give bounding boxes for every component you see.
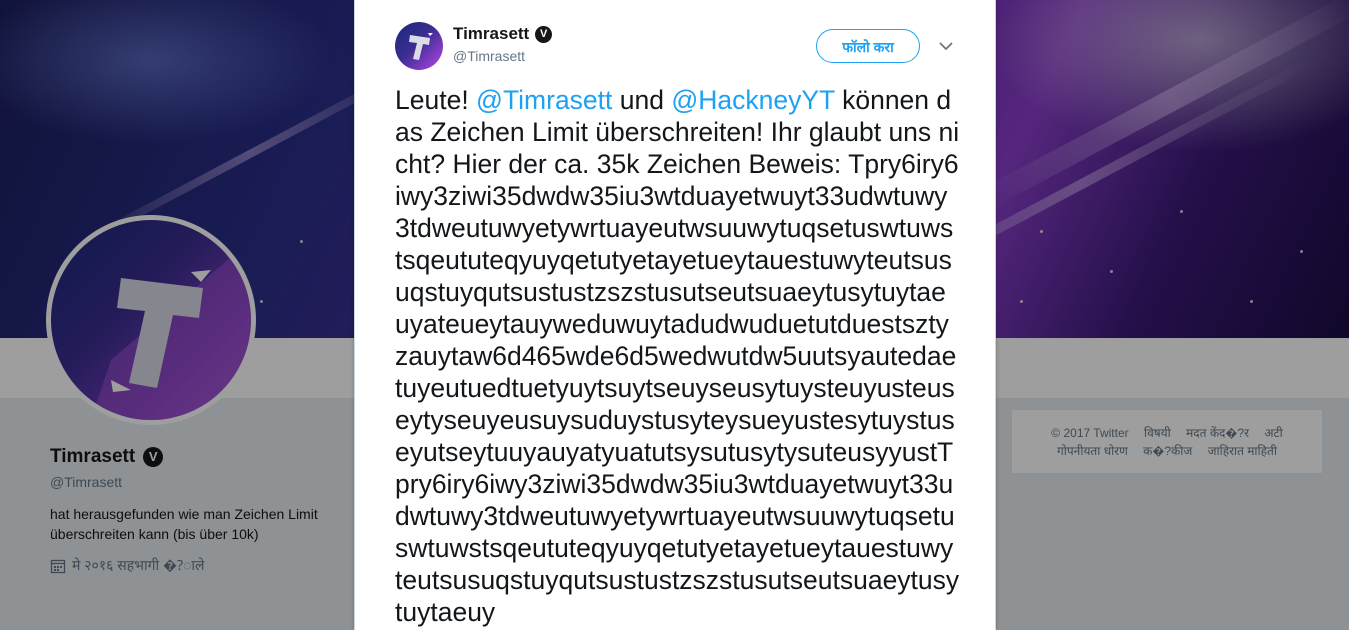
tweet-text: Leute! @Timrasett und @HackneyYT können …: [395, 84, 960, 628]
verified-badge-icon: V: [535, 25, 553, 43]
tweet-text-part: Leute!: [395, 85, 477, 115]
tweet-author-handle[interactable]: @Timrasett: [453, 48, 525, 64]
tweet-author-name-text[interactable]: Timrasett: [453, 24, 529, 44]
tweet-text-part: können das Zeichen Limit überschreiten! …: [395, 85, 960, 627]
chevron-down-icon[interactable]: [937, 37, 955, 55]
tweet-author-name[interactable]: Timrasett V: [453, 24, 553, 44]
mention-link[interactable]: @HackneyYT: [671, 85, 834, 115]
tweet-modal: Timrasett V @Timrasett फॉलो करा Leute! @…: [354, 0, 996, 630]
follow-button[interactable]: फॉलो करा: [816, 29, 920, 63]
mention-link[interactable]: @Timrasett: [476, 85, 612, 115]
tweet-text-part: und: [612, 85, 672, 115]
tweet-author-avatar[interactable]: [395, 22, 443, 70]
logo-t-icon: [409, 33, 433, 60]
